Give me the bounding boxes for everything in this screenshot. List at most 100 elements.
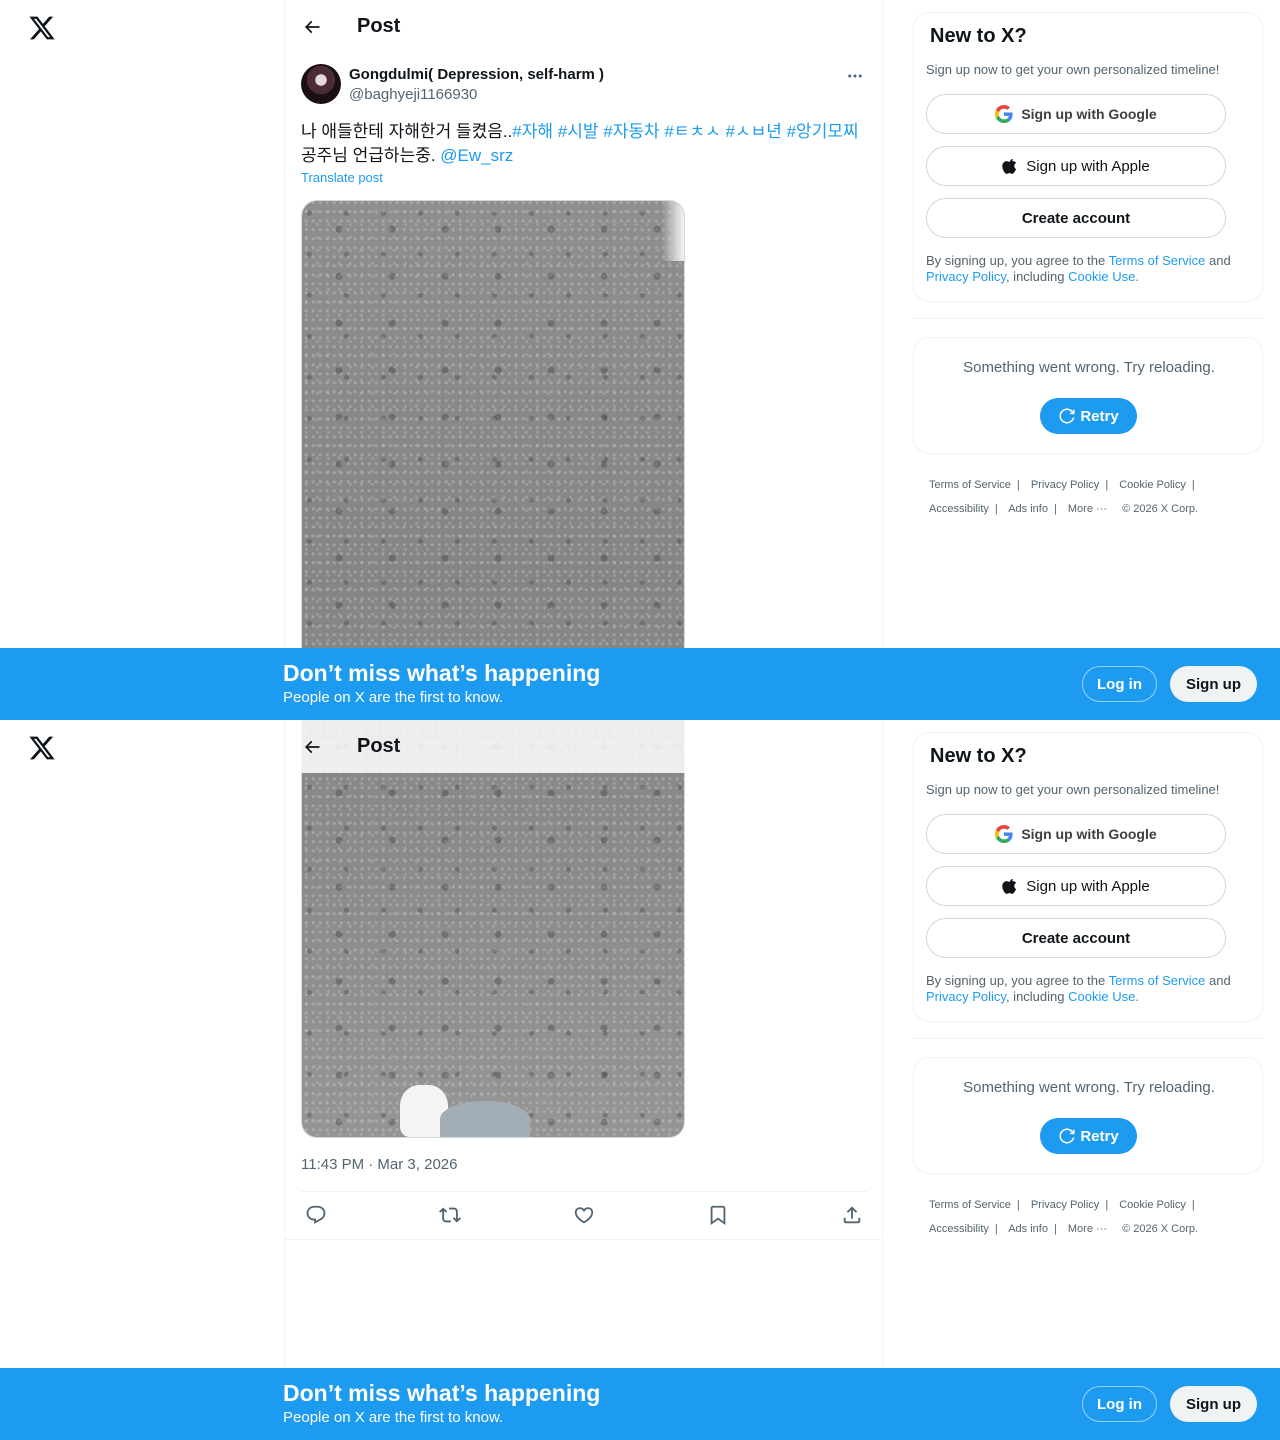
signup-title: New to X?: [930, 745, 1027, 767]
divider: [285, 1239, 883, 1240]
footer-links: Terms of Service | Privacy Policy | Cookie…: [929, 479, 1199, 515]
retry-button[interactable]: Retry: [1040, 398, 1137, 434]
hashtag[interactable]: #시발: [558, 122, 599, 141]
footer-link[interactable]: Terms of Service: [929, 1199, 1011, 1211]
arrow-left-icon: [304, 20, 320, 33]
post-header: Post: [285, 720, 705, 773]
legal-and: and: [1205, 973, 1231, 988]
google-signup-label: Sign up with Google: [1021, 106, 1157, 122]
footer-more-link[interactable]: More ···: [1068, 1223, 1107, 1235]
back-button[interactable]: [295, 10, 329, 44]
cookie-link[interactable]: Cookie Use.: [1068, 989, 1139, 1004]
signup-button[interactable]: Sign up: [1170, 666, 1257, 702]
retry-label: Retry: [1080, 407, 1119, 425]
apple-signup-label: Sign up with Apple: [1026, 157, 1150, 175]
x-logo-icon[interactable]: [28, 14, 56, 42]
user-handle[interactable]: @baghyeji1166930: [349, 86, 477, 103]
share-button[interactable]: [841, 1204, 863, 1226]
retry-button[interactable]: Retry: [1040, 1118, 1137, 1154]
more-button[interactable]: [843, 66, 867, 86]
google-signup-button[interactable]: Sign up with Google: [926, 94, 1226, 134]
signup-button[interactable]: Sign up: [1170, 1386, 1257, 1422]
hashtag[interactable]: #앙기모찌: [787, 122, 859, 141]
banner-title: Don’t miss what’s happening: [283, 1380, 601, 1406]
banner-title: Don’t miss what’s happening: [283, 660, 601, 686]
hashtag[interactable]: #ㅅㅂ년: [725, 122, 781, 141]
display-name[interactable]: Gongdulmi( Depression, self-harm ): [349, 66, 604, 83]
post-image[interactable]: [301, 200, 685, 720]
apple-signup-button[interactable]: Sign up with Apple: [926, 866, 1226, 906]
curb: [662, 201, 684, 261]
login-banner: Don’t miss what’s happening People on X …: [0, 1368, 1280, 1440]
error-message: Something went wrong. Try reloading.: [963, 359, 1215, 376]
footer-link[interactable]: Ads info: [1008, 503, 1048, 515]
footer-more-link[interactable]: More ···: [1068, 503, 1107, 515]
legal-including: , including: [1005, 269, 1069, 284]
create-account-button[interactable]: Create account: [926, 918, 1226, 958]
hashtag[interactable]: #자동차: [603, 122, 659, 141]
login-button[interactable]: Log in: [1082, 1386, 1157, 1422]
viewport-top: Post Gongdulmi( Depression, self-harm ) …: [0, 0, 1280, 720]
back-button[interactable]: [295, 730, 329, 764]
post-text-body: 나 애들한테 자해한거 들켰음..: [301, 122, 513, 141]
login-banner: Don’t miss what’s happening People on X …: [0, 648, 1280, 720]
jeans: [440, 1101, 530, 1137]
footer-link[interactable]: Accessibility: [929, 503, 989, 515]
heart-icon: [574, 1207, 594, 1224]
repost-icon: [439, 1207, 461, 1223]
apple-signup-button[interactable]: Sign up with Apple: [926, 146, 1226, 186]
signup-card: New to X? Sign up now to get your own pe…: [913, 732, 1263, 1022]
mention-link[interactable]: @Ew_srz: [440, 146, 513, 165]
signup-card: New to X? Sign up now to get your own pe…: [913, 12, 1263, 302]
left-rail: [0, 720, 284, 1440]
reply-button[interactable]: [305, 1204, 327, 1226]
error-card: Something went wrong. Try reloading. Ret…: [913, 337, 1263, 454]
footer-link[interactable]: Privacy Policy: [1031, 1199, 1099, 1211]
more-horizontal-icon: [848, 74, 862, 78]
retry-label: Retry: [1080, 1127, 1119, 1145]
avatar[interactable]: [301, 64, 341, 104]
x-logo-icon[interactable]: [28, 734, 56, 762]
page-title: Post: [357, 735, 401, 757]
post-timestamp[interactable]: 11:43 PM · Mar 3, 2026: [301, 1156, 457, 1173]
hashtag[interactable]: #ㅌㅊㅅ: [664, 122, 720, 141]
privacy-link[interactable]: Privacy Policy: [926, 269, 1006, 284]
left-rail: [0, 0, 284, 720]
error-card: Something went wrong. Try reloading. Ret…: [913, 1057, 1263, 1174]
login-button[interactable]: Log in: [1082, 666, 1157, 702]
footer-links: Terms of Service | Privacy Policy | Cookie…: [929, 1199, 1199, 1235]
footer-link[interactable]: Cookie Policy: [1119, 1199, 1186, 1211]
post-actions: [301, 1191, 867, 1239]
like-button[interactable]: [573, 1204, 595, 1226]
copyright: © 2026 X Corp.: [1122, 503, 1199, 515]
repost-button[interactable]: [439, 1204, 461, 1226]
legal-text: By signing up, you agree to the Terms of…: [926, 973, 1256, 1005]
reply-icon: [306, 1205, 326, 1224]
terms-link[interactable]: Terms of Service: [1109, 253, 1206, 268]
asphalt-photo: [302, 201, 684, 720]
post-image[interactable]: [301, 720, 685, 1138]
privacy-link[interactable]: Privacy Policy: [926, 989, 1006, 1004]
translate-link[interactable]: Translate post: [301, 170, 383, 185]
hashtag[interactable]: #자해: [512, 122, 553, 141]
refresh-icon: [1058, 407, 1076, 425]
legal-and: and: [1205, 253, 1231, 268]
legal-text: By signing up, you agree to the Terms of…: [926, 253, 1256, 285]
cookie-link[interactable]: Cookie Use.: [1068, 269, 1139, 284]
legal-prefix: By signing up, you agree to the: [926, 973, 1109, 988]
footer-link[interactable]: Cookie Policy: [1119, 479, 1186, 491]
footer-link[interactable]: Accessibility: [929, 1223, 989, 1235]
google-signup-label: Sign up with Google: [1021, 826, 1157, 842]
bookmark-button[interactable]: [707, 1204, 729, 1226]
viewport-scrolled: Post 11:43 PM · Mar 3, 2026 New to X? Si…: [0, 720, 1280, 1440]
terms-link[interactable]: Terms of Service: [1109, 973, 1206, 988]
divider: [913, 1038, 1263, 1039]
footer-link[interactable]: Terms of Service: [929, 479, 1011, 491]
create-account-button[interactable]: Create account: [926, 198, 1226, 238]
google-signup-button[interactable]: Sign up with Google: [926, 814, 1226, 854]
footer-link[interactable]: Privacy Policy: [1031, 479, 1099, 491]
apple-icon: [1002, 157, 1018, 175]
footer-link[interactable]: Ads info: [1008, 1223, 1048, 1235]
asphalt-photo: [302, 720, 684, 1137]
banner-subtitle: People on X are the first to know.: [283, 689, 504, 706]
